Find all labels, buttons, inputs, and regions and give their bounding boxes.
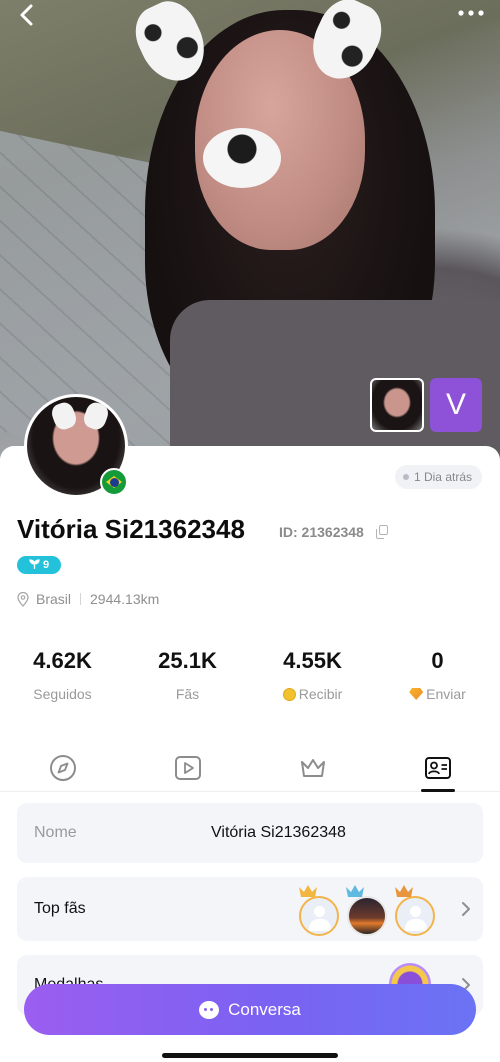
home-indicator[interactable] (162, 1053, 338, 1058)
stat-value: 4.62K (33, 648, 92, 673)
stat-seguidos[interactable]: 4.62K Seguidos (0, 648, 125, 702)
diamond-icon (409, 688, 424, 700)
location-row: Brasil 2944.13km (17, 591, 159, 607)
stat-value: 25.1K (158, 648, 217, 673)
conversa-label: Conversa (228, 999, 301, 1019)
top-fans-row[interactable]: Top fãs (17, 877, 483, 941)
fan-avatar-2 (347, 896, 387, 936)
stat-label: Seguidos (33, 686, 92, 702)
stat-value: 0 (431, 648, 444, 673)
profile-tabs (0, 748, 500, 792)
stat-label: Enviar (375, 686, 500, 702)
last-seen-badge: 1 Dia atrás (394, 465, 482, 489)
stat-enviar[interactable]: 0 Enviar (375, 648, 500, 702)
profile-id: ID: 21362348 (279, 524, 364, 540)
tab-profile-info[interactable] (421, 748, 455, 792)
last-seen-text: 1 Dia atrás (413, 470, 472, 484)
level-number: 9 (42, 559, 50, 571)
stat-label: Recibir (250, 686, 375, 702)
crown-gold-icon (299, 885, 317, 897)
level-badge: 9 (17, 556, 61, 574)
copy-icon[interactable] (376, 525, 388, 539)
fan-avatar-1 (299, 896, 339, 936)
dog-nose (203, 128, 281, 188)
tab-explore[interactable] (48, 748, 78, 792)
profile-name: Vitória Si21362348 (17, 514, 245, 544)
tab-videos[interactable] (173, 748, 203, 792)
chevron-right-icon (462, 902, 470, 916)
thumbnail-v[interactable]: V (430, 378, 482, 432)
compass-icon (50, 755, 76, 781)
status-dot-icon (402, 473, 409, 480)
avatar-ear-right (81, 400, 111, 432)
location-country: Brasil (36, 591, 72, 607)
fan-avatar-3 (395, 896, 435, 936)
tab-vip[interactable] (298, 748, 328, 792)
location-divider (80, 593, 82, 605)
top-fans-label: Top fãs (34, 900, 86, 917)
sprout-icon (29, 559, 40, 569)
stat-recibir[interactable]: 4.55K Recibir (250, 648, 375, 702)
location-pin-icon (17, 591, 29, 607)
more-button[interactable] (456, 2, 486, 24)
back-button[interactable] (14, 2, 40, 28)
crown-silver-icon (346, 885, 364, 897)
location-distance: 2944.13km (90, 591, 160, 607)
nome-value: Vitória Si21362348 (211, 824, 346, 841)
nome-row: Nome Vitória Si21362348 (17, 803, 483, 863)
more-horizontal-icon (458, 10, 484, 16)
brazil-flag-icon (100, 468, 128, 496)
flag-globe (109, 477, 119, 487)
photo-thumbnail[interactable] (370, 378, 424, 432)
stats-row: 4.62K Seguidos 25.1K Fãs 4.55K Recibir 0… (0, 648, 500, 708)
chat-bubble-icon (199, 1000, 220, 1019)
profile-card-icon (425, 757, 451, 779)
nome-label: Nome (34, 824, 77, 841)
stat-label: Fãs (175, 686, 200, 702)
crown-bronze-icon (395, 885, 413, 897)
stat-value: 4.55K (283, 648, 342, 673)
conversa-button[interactable]: Conversa (24, 984, 476, 1035)
video-icon (175, 756, 201, 780)
avatar-ear-left (49, 400, 79, 432)
coin-icon (282, 687, 296, 701)
chevron-left-icon (20, 4, 33, 26)
stat-fas[interactable]: 25.1K Fãs (125, 648, 250, 702)
crown-icon (301, 759, 325, 777)
